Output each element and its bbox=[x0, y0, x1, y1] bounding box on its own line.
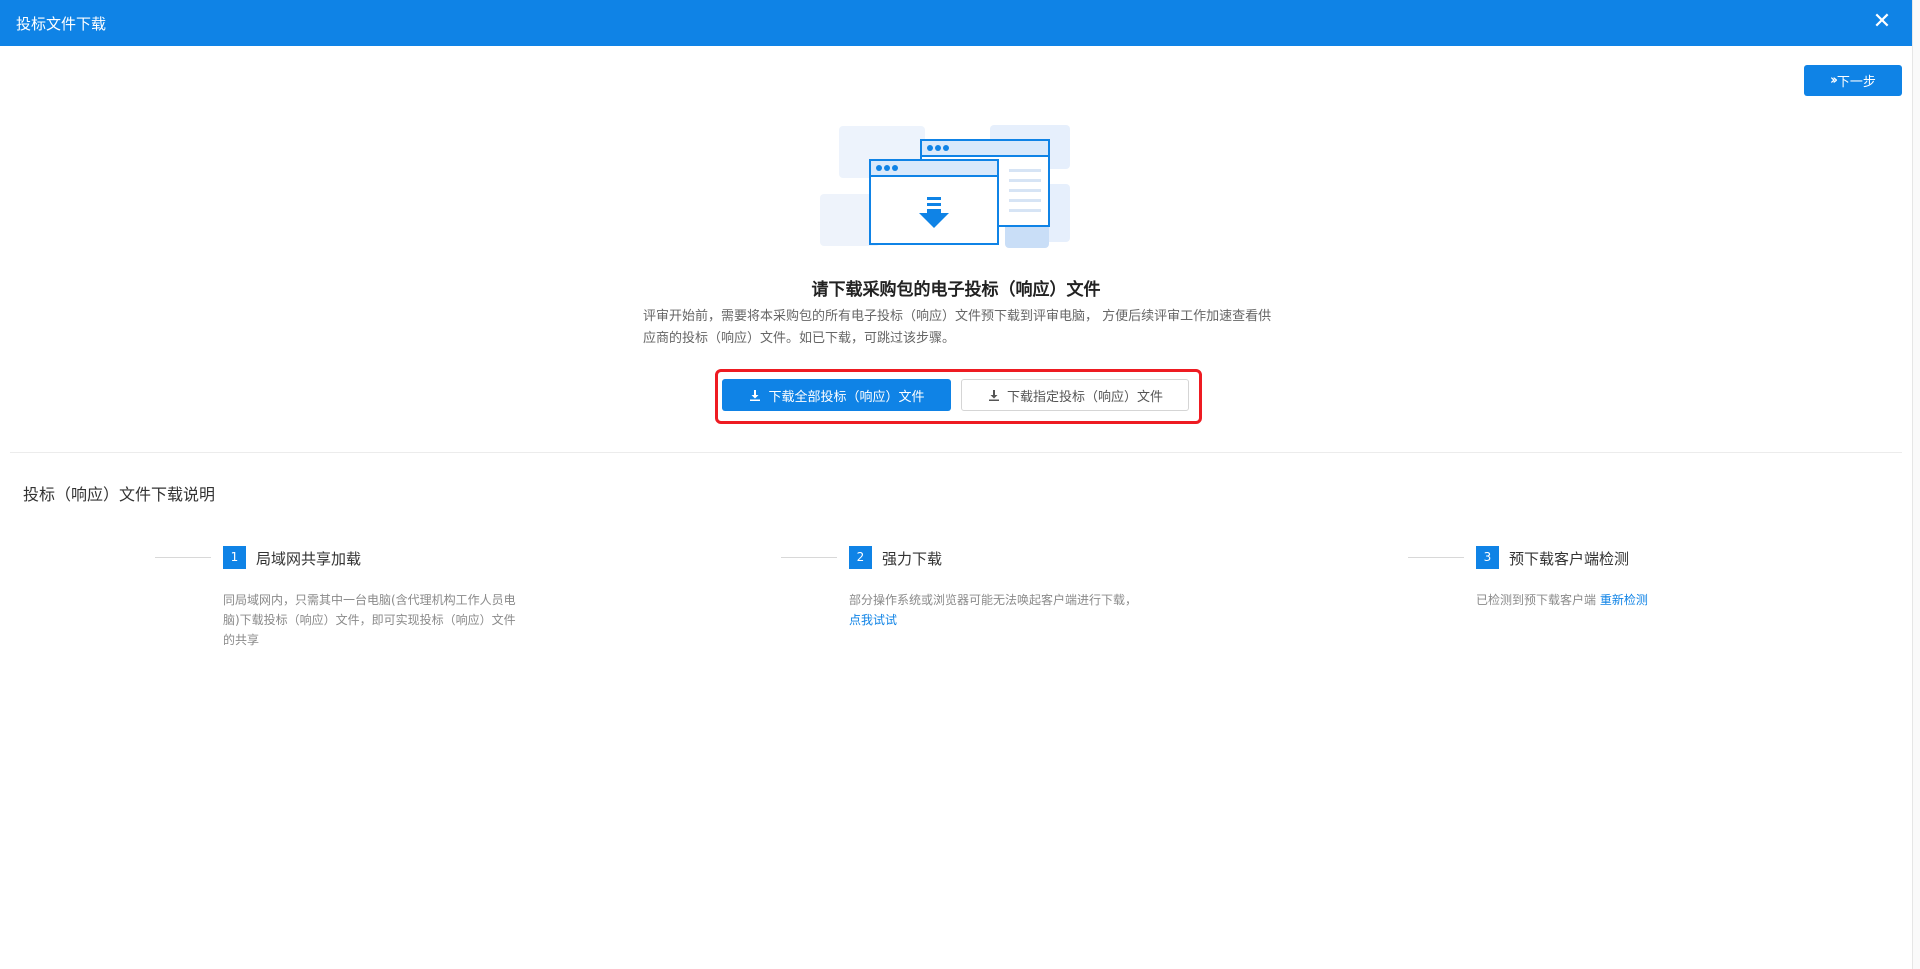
step-connector-line bbox=[781, 557, 837, 558]
download-all-button[interactable]: 下载全部投标（响应）文件 bbox=[722, 379, 951, 411]
download-all-label: 下载全部投标（响应）文件 bbox=[768, 389, 925, 405]
close-icon[interactable]: ✕ bbox=[1868, 8, 1896, 36]
step-text-container: 部分操作系统或浏览器可能无法唤起客户端进行下载， 点我试试 bbox=[849, 590, 1145, 630]
step-text: 已检测到预下载客户端 bbox=[1476, 593, 1600, 607]
step-text: 同局域网内，只需其中一台电脑(含代理机构工作人员电脑)下载投标（响应）文件，即可… bbox=[223, 593, 516, 647]
download-icon bbox=[988, 390, 999, 401]
step-label: 预下载客户端检测 bbox=[1509, 550, 1630, 568]
step-label: 强力下载 bbox=[882, 550, 943, 568]
section-divider bbox=[10, 452, 1902, 453]
try-it-link[interactable]: 点我试试 bbox=[849, 613, 897, 627]
next-step-button[interactable]: ›› 下一步 bbox=[1804, 65, 1902, 96]
step-number: 3 bbox=[1476, 546, 1499, 569]
download-illustration bbox=[820, 125, 1070, 248]
double-chevron-right-icon: ›› bbox=[1830, 73, 1838, 88]
dialog-titlebar: 投标文件下载 ✕ bbox=[0, 0, 1912, 46]
main-description: 评审开始前，需要将本采购包的所有电子投标（响应）文件预下载到评审电脑， 方便后续… bbox=[643, 309, 1272, 346]
right-scroll-rail bbox=[1912, 0, 1920, 969]
download-selected-label: 下载指定投标（响应）文件 bbox=[1006, 389, 1163, 405]
step-text-container: 已检测到预下载客户端 重新检测 bbox=[1476, 590, 1772, 610]
instructions-title: 投标（响应）文件下载说明 bbox=[23, 485, 216, 504]
download-icon bbox=[750, 390, 761, 401]
step-number: 2 bbox=[849, 546, 872, 569]
main-heading: 请下载采购包的电子投标（响应）文件 bbox=[811, 280, 1101, 300]
step-connector-line bbox=[1408, 557, 1464, 558]
step-text: 部分操作系统或浏览器可能无法唤起客户端进行下载， bbox=[849, 593, 1138, 607]
download-dialog: 投标文件下载 ✕ ›› 下一步 请下载采购包的电子投标（响应）文件 评审开始前，… bbox=[0, 0, 1912, 969]
recheck-link[interactable]: 重新检测 bbox=[1600, 593, 1648, 607]
download-selected-button[interactable]: 下载指定投标（响应）文件 bbox=[961, 379, 1189, 411]
step-connector-line bbox=[155, 557, 211, 558]
step-label: 局域网共享加载 bbox=[256, 550, 362, 568]
next-step-label: 下一步 bbox=[1836, 75, 1876, 90]
dialog-title: 投标文件下载 bbox=[16, 15, 107, 33]
step-number: 1 bbox=[223, 546, 246, 569]
